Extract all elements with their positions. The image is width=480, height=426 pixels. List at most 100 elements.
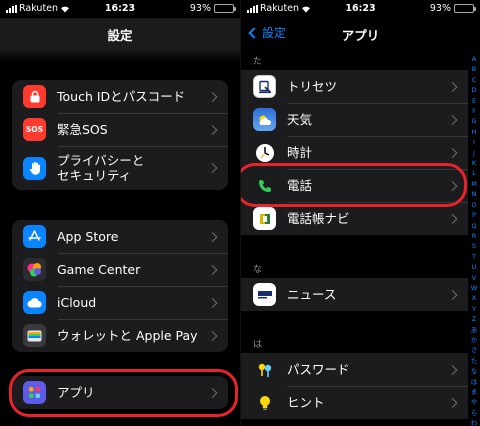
index-letter[interactable]: Q bbox=[471, 221, 476, 231]
index-letter[interactable]: X bbox=[472, 293, 476, 303]
chevron-right-icon bbox=[207, 264, 218, 275]
wallet-icon bbox=[23, 324, 46, 347]
chevron-right-icon bbox=[207, 330, 218, 341]
settings-item-wallet[interactable]: ウォレットと Apple Pay bbox=[12, 319, 228, 352]
hand-icon bbox=[23, 156, 46, 180]
index-letter[interactable]: ら bbox=[471, 408, 478, 418]
page-title: 設定 bbox=[107, 28, 133, 43]
index-letter[interactable]: O bbox=[471, 200, 476, 210]
settings-item-privacy[interactable]: プライバシーと セキュリティ bbox=[12, 146, 228, 190]
settings-item-touch-id[interactable]: Touch IDとパスコード bbox=[12, 80, 228, 113]
tips-icon bbox=[253, 391, 276, 414]
index-letter[interactable]: K bbox=[472, 158, 476, 168]
apps-icon bbox=[23, 381, 46, 404]
section-index[interactable]: ABCDEFGHIJKLMNOPQRSTUVWXYZあかさたなはまやらわ# bbox=[469, 54, 479, 426]
section-header: な bbox=[253, 265, 263, 275]
index-letter[interactable]: さ bbox=[471, 345, 478, 355]
index-letter[interactable]: な bbox=[471, 366, 478, 376]
index-letter[interactable]: E bbox=[472, 96, 476, 106]
index-letter[interactable]: T bbox=[472, 252, 476, 262]
settings-group-services: App Store Game Center iCloud ウォレットと Appl… bbox=[12, 220, 228, 352]
battery-percent: 93% bbox=[189, 3, 211, 14]
app-item-phonebook-navi[interactable]: 電話帳ナビ bbox=[241, 202, 468, 235]
sos-icon: SOS bbox=[23, 118, 46, 141]
index-letter[interactable]: P bbox=[472, 210, 476, 220]
index-letter[interactable]: F bbox=[472, 106, 476, 116]
index-letter[interactable]: あ bbox=[471, 325, 478, 335]
battery-icon bbox=[454, 4, 476, 13]
settings-item-icloud[interactable]: iCloud bbox=[12, 286, 228, 319]
app-item-tips[interactable]: ヒント bbox=[241, 386, 468, 419]
index-letter[interactable]: U bbox=[472, 262, 477, 272]
chevron-right-icon bbox=[447, 213, 458, 224]
settings-navbar: 設定 bbox=[0, 18, 240, 48]
index-letter[interactable]: M bbox=[471, 179, 477, 189]
status-bar: Rakuten 16:23 93% bbox=[241, 0, 480, 18]
battery: 93% bbox=[429, 3, 476, 14]
index-letter[interactable]: H bbox=[472, 127, 477, 137]
index-letter[interactable]: B bbox=[472, 64, 476, 74]
news-icon bbox=[253, 283, 276, 306]
index-letter[interactable]: D bbox=[471, 85, 476, 95]
index-letter[interactable]: N bbox=[472, 189, 477, 199]
chevron-right-icon bbox=[447, 81, 458, 92]
game-center-icon bbox=[23, 258, 46, 281]
app-item-news[interactable]: ニュース bbox=[241, 278, 468, 311]
chevron-right-icon bbox=[207, 297, 218, 308]
page-title: アプリ bbox=[341, 28, 380, 43]
index-letter[interactable]: ま bbox=[471, 387, 478, 397]
chevron-right-icon bbox=[447, 180, 458, 191]
index-letter[interactable]: W bbox=[471, 283, 477, 293]
icloud-icon bbox=[23, 291, 46, 314]
index-letter[interactable]: J bbox=[473, 148, 475, 158]
index-letter[interactable]: I bbox=[473, 137, 475, 147]
chevron-right-icon bbox=[447, 397, 458, 408]
section-header: た bbox=[253, 57, 263, 67]
chevron-right-icon bbox=[447, 147, 458, 158]
index-letter[interactable]: G bbox=[471, 116, 476, 126]
index-letter[interactable]: V bbox=[472, 273, 476, 283]
chevron-right-icon bbox=[207, 231, 218, 242]
settings-item-app-store[interactable]: App Store bbox=[12, 220, 228, 253]
index-letter[interactable]: わ bbox=[471, 418, 478, 426]
battery: 93% bbox=[189, 3, 236, 14]
weather-icon bbox=[253, 108, 276, 131]
app-store-icon bbox=[23, 225, 46, 248]
index-letter[interactable]: か bbox=[471, 335, 478, 345]
clock-icon bbox=[253, 141, 276, 164]
index-letter[interactable]: た bbox=[471, 356, 478, 366]
index-letter[interactable]: R bbox=[472, 231, 477, 241]
chevron-right-icon bbox=[207, 387, 218, 398]
battery-icon bbox=[214, 4, 236, 13]
index-letter[interactable]: C bbox=[472, 75, 477, 85]
phonebook-navi-icon bbox=[253, 207, 276, 230]
chevron-right-icon bbox=[207, 91, 218, 102]
chevron-right-icon bbox=[447, 289, 458, 300]
app-item-weather[interactable]: 天気 bbox=[241, 103, 468, 136]
app-item-phone[interactable]: 電話 bbox=[241, 169, 468, 202]
index-letter[interactable]: L bbox=[472, 168, 476, 178]
index-letter[interactable]: A bbox=[472, 54, 476, 64]
apps-screen: Rakuten 16:23 93% 設定 アプリ た トリセツ 天気 時計 電話… bbox=[240, 0, 480, 426]
chevron-right-icon bbox=[207, 163, 218, 173]
index-letter[interactable]: Z bbox=[472, 314, 476, 324]
apps-section-ta: トリセツ 天気 時計 電話 電話帳ナビ bbox=[241, 70, 468, 235]
passwords-icon bbox=[253, 358, 276, 381]
settings-group-apps: アプリ bbox=[12, 376, 228, 409]
index-letter[interactable]: Y bbox=[472, 304, 476, 314]
settings-item-game-center[interactable]: Game Center bbox=[12, 253, 228, 286]
settings-group-security: Touch IDとパスコード SOS 緊急SOS プライバシーと セキュリティ bbox=[12, 80, 228, 190]
apps-navbar: 設定 アプリ bbox=[241, 18, 480, 48]
index-letter[interactable]: は bbox=[471, 377, 478, 387]
fingerprint-icon bbox=[23, 85, 46, 108]
index-letter[interactable]: S bbox=[472, 241, 476, 251]
settings-item-apps[interactable]: アプリ bbox=[12, 376, 228, 409]
app-item-torisetsu[interactable]: トリセツ bbox=[241, 70, 468, 103]
chevron-right-icon bbox=[207, 124, 218, 135]
app-item-clock[interactable]: 時計 bbox=[241, 136, 468, 169]
settings-item-emergency-sos[interactable]: SOS 緊急SOS bbox=[12, 113, 228, 146]
app-item-passwords[interactable]: パスワード bbox=[241, 353, 468, 386]
index-letter[interactable]: や bbox=[471, 397, 478, 407]
battery-percent: 93% bbox=[429, 3, 451, 14]
chevron-right-icon bbox=[447, 114, 458, 125]
